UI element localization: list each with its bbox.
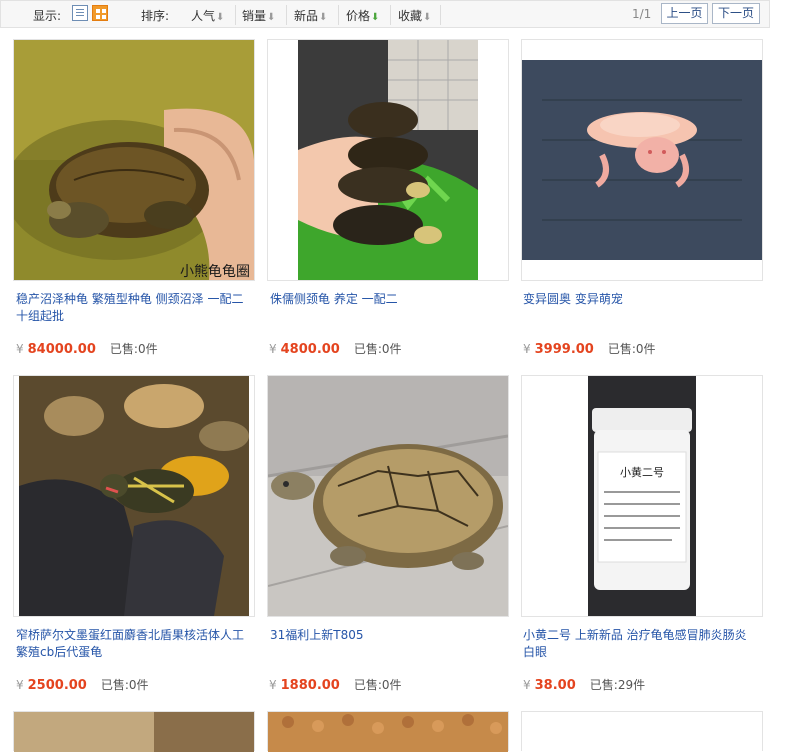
product-price: 38.00 (534, 678, 576, 693)
sold-count: 29件 (617, 678, 646, 692)
currency-symbol: ¥ (16, 678, 24, 692)
sort-down-arrow-icon: ⬇ (319, 12, 328, 23)
currency-symbol: ¥ (269, 342, 277, 356)
grid-view-icon[interactable] (92, 5, 108, 21)
product-title-link[interactable]: 窄桥萨尔文墨蛋红面麝香北盾果核活体人工繁殖cb后代蛋龟 (16, 627, 248, 661)
next-page-button[interactable]: 下一页 (712, 3, 760, 24)
sort-toolbar: 显示: 排序: 人气⬇ 销量⬇ 新品⬇ 价格⬇ 收藏⬇ 1/1 上一页 下一页 (0, 0, 770, 28)
product-image-card[interactable] (267, 39, 509, 281)
display-label: 显示: (33, 9, 62, 23)
product-title-link[interactable]: 变异圆奥 变异萌宠 (523, 291, 755, 308)
sort-price[interactable]: 价格⬇ (346, 7, 379, 24)
product-title-link[interactable]: 稳产沼泽种龟 繁殖型种龟 侧颈沼泽 一配二十组起批 (16, 291, 248, 325)
turtle-photo[interactable] (268, 40, 508, 280)
divider (235, 5, 236, 25)
sold-count: 0件 (137, 342, 158, 356)
product-image-card[interactable]: 小黄二号 (521, 375, 763, 617)
price-row: ¥1880.00 已售:0件 (269, 676, 402, 693)
sort-down-arrow-icon: ⬇ (423, 12, 432, 23)
product-title-link[interactable]: 小黄二号 上新新品 治疗龟龟感冒肺炎肠炎白眼 (523, 627, 755, 661)
sort-down-arrow-icon: ⬇ (216, 12, 225, 23)
prev-page-button[interactable]: 上一页 (661, 3, 708, 24)
currency-symbol: ¥ (16, 342, 24, 356)
turtle-photo[interactable] (268, 376, 508, 616)
product-photo[interactable] (268, 712, 508, 752)
product-price: 4800.00 (280, 342, 340, 357)
medicine-bottle-photo[interactable]: 小黄二号 (522, 376, 762, 616)
sort-favorites[interactable]: 收藏⬇ (398, 7, 431, 24)
product-photo[interactable] (522, 712, 762, 752)
product-image-card[interactable] (521, 39, 763, 281)
product-image-card[interactable] (13, 375, 255, 617)
sort-sales[interactable]: 销量⬇ (242, 7, 275, 24)
divider (286, 5, 287, 25)
currency-symbol: ¥ (269, 678, 277, 692)
product-title-link[interactable]: 侏儒侧颈龟 养定 一配二 (270, 291, 502, 308)
sort-sales-label: 销量 (242, 9, 267, 23)
sold-label: 已售: (589, 678, 618, 692)
price-row: ¥4800.00 已售:0件 (269, 340, 402, 357)
sort-price-label: 价格 (346, 9, 371, 23)
bottle-label: 小黄二号 (620, 465, 664, 479)
divider (390, 5, 391, 25)
sold-count: 0件 (128, 678, 149, 692)
list-view-icon[interactable] (72, 5, 88, 21)
sold-label: 已售: (607, 342, 636, 356)
product-photo[interactable] (14, 712, 254, 752)
product-price: 1880.00 (280, 678, 340, 693)
price-row: ¥2500.00 已售:0件 (16, 676, 149, 693)
sort-label: 排序: (141, 9, 170, 23)
sort-favorites-label: 收藏 (398, 9, 423, 23)
product-image-card[interactable] (267, 711, 509, 752)
sold-label: 已售: (109, 342, 138, 356)
price-row: ¥38.00 已售:29件 (523, 676, 645, 693)
sold-label: 已售: (100, 678, 129, 692)
product-price: 84000.00 (27, 342, 96, 357)
sort-popularity[interactable]: 人气⬇ (191, 7, 224, 24)
currency-symbol: ¥ (523, 678, 531, 692)
sort-down-arrow-icon: ⬇ (371, 12, 380, 23)
sort-popularity-label: 人气 (191, 9, 216, 23)
product-image-card[interactable]: 小熊龟龟圈 (13, 39, 255, 281)
sort-down-arrow-icon: ⬇ (267, 12, 276, 23)
sort-newest-label: 新品 (294, 9, 319, 23)
turtle-photo[interactable]: 小熊龟龟圈 (14, 40, 254, 280)
product-image-card[interactable] (13, 711, 255, 752)
turtle-photo[interactable] (14, 376, 254, 616)
product-price: 2500.00 (27, 678, 87, 693)
product-image-card[interactable] (521, 711, 763, 752)
sold-count: 0件 (381, 342, 402, 356)
page-count: 1/1 (632, 7, 652, 21)
image-watermark: 小熊龟龟圈 (180, 264, 250, 280)
price-row: ¥84000.00 已售:0件 (16, 340, 158, 357)
currency-symbol: ¥ (523, 342, 531, 356)
product-price: 3999.00 (534, 342, 594, 357)
product-title-link[interactable]: 31福利上新T805 (270, 627, 502, 644)
turtle-photo[interactable] (522, 40, 762, 280)
product-image-card[interactable] (267, 375, 509, 617)
price-row: ¥3999.00 已售:0件 (523, 340, 656, 357)
divider (338, 5, 339, 25)
sold-count: 0件 (381, 678, 402, 692)
sold-label: 已售: (353, 342, 382, 356)
sold-label: 已售: (353, 678, 382, 692)
sort-newest[interactable]: 新品⬇ (294, 7, 327, 24)
sold-count: 0件 (635, 342, 656, 356)
divider (440, 5, 441, 25)
